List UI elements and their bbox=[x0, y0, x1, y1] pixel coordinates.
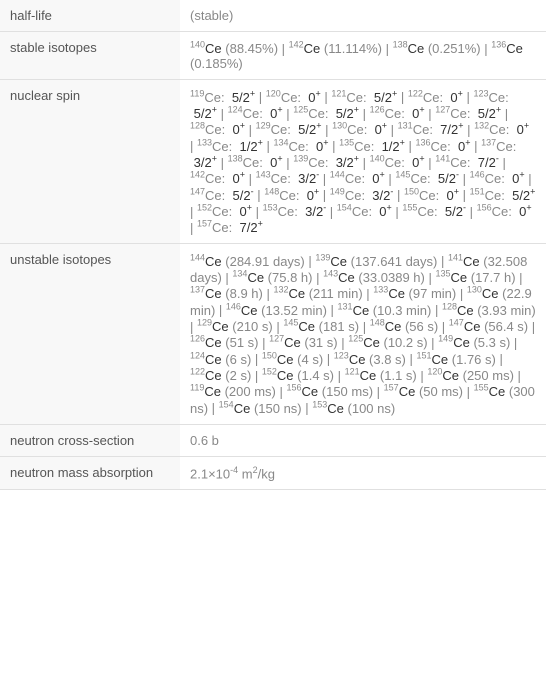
spin-entry: 153Ce: 3/2- bbox=[263, 204, 327, 219]
isotope-entry: 138Ce (0.251%) bbox=[393, 41, 481, 56]
spin-entry: 136Ce: 0+ bbox=[416, 139, 471, 154]
row-value: 119Ce: 5/2+ | 120Ce: 0+ | 121Ce: 5/2+ | … bbox=[180, 80, 546, 244]
spin-entry: 122Ce: 0+ bbox=[408, 90, 463, 105]
spin-entry: 150Ce: 0+ bbox=[404, 188, 459, 203]
row-value: 2.1×10-4 m2/kg bbox=[180, 456, 546, 489]
row-label: neutron cross-section bbox=[0, 424, 180, 456]
spin-entry: 151Ce: 5/2+ bbox=[470, 188, 536, 203]
isotope-entry: 146Ce (13.52 min) bbox=[226, 303, 327, 318]
spin-entry: 142Ce: 0+ bbox=[190, 171, 245, 186]
isotope-entry: 123Ce (3.8 s) bbox=[334, 352, 406, 367]
spin-entry: 119Ce: 5/2+ bbox=[190, 90, 255, 105]
isotope-entry: 127Ce (31 s) bbox=[269, 335, 338, 350]
spin-entry: 154Ce: 0+ bbox=[337, 204, 392, 219]
isotope-entry: 134Ce (75.8 h) bbox=[232, 270, 312, 285]
isotope-entry: 120Ce (250 ms) bbox=[427, 368, 514, 383]
isotope-entry: 139Ce (137.641 days) bbox=[315, 254, 437, 269]
isotope-entry: 145Ce (181 s) bbox=[283, 319, 359, 334]
isotope-entry: 124Ce (6 s) bbox=[190, 352, 251, 367]
spin-entry: 132Ce: 0+ bbox=[474, 122, 529, 137]
isotope-entry: 126Ce (51 s) bbox=[190, 335, 259, 350]
isotope-entry: 122Ce (2 s) bbox=[190, 368, 251, 383]
spin-entry: 145Ce: 5/2- bbox=[395, 171, 459, 186]
spin-entry: 157Ce: 7/2+ bbox=[197, 220, 263, 235]
spin-entry: 120Ce: 0+ bbox=[266, 90, 321, 105]
row-value: (stable) bbox=[180, 0, 546, 32]
isotope-entry: 131Ce (10.3 min) bbox=[338, 303, 432, 318]
spin-entry: 156Ce: 0+ bbox=[477, 204, 532, 219]
isotope-entry: 154Ce (150 ns) bbox=[219, 401, 302, 416]
isotope-entry: 147Ce (56.4 s) bbox=[449, 319, 528, 334]
isotope-entry: 152Ce (1.4 s) bbox=[262, 368, 334, 383]
spin-entry: 140Ce: 0+ bbox=[370, 155, 425, 170]
spin-entry: 131Ce: 7/2+ bbox=[398, 122, 464, 137]
table-row: neutron cross-section 0.6 b bbox=[0, 424, 546, 456]
spin-entry: 139Ce: 3/2+ bbox=[293, 155, 359, 170]
isotope-entry: 132Ce (211 min) bbox=[273, 286, 362, 301]
isotope-entry: 121Ce (1.1 s) bbox=[345, 368, 417, 383]
isotope-entry: 153Ce (100 ns) bbox=[312, 401, 395, 416]
table-row: unstable isotopes 144Ce (284.91 days) | … bbox=[0, 244, 546, 424]
row-label: nuclear spin bbox=[0, 80, 180, 244]
spin-entry: 141Ce: 7/2- bbox=[435, 155, 499, 170]
spin-entry: 133Ce: 1/2+ bbox=[197, 139, 263, 154]
isotope-entry: 144Ce (284.91 days) bbox=[190, 254, 305, 269]
row-value: 144Ce (284.91 days) | 139Ce (137.641 day… bbox=[180, 244, 546, 424]
isotope-entry: 133Ce (97 min) bbox=[373, 286, 456, 301]
isotope-entry: 148Ce (56 s) bbox=[370, 319, 439, 334]
spin-entry: 147Ce: 5/2- bbox=[190, 188, 254, 203]
row-label: unstable isotopes bbox=[0, 244, 180, 424]
isotope-entry: 151Ce (1.76 s) bbox=[417, 352, 496, 367]
row-value: 140Ce (88.45%) | 142Ce (11.114%) | 138Ce… bbox=[180, 32, 546, 80]
spin-entry: 127Ce: 5/2+ bbox=[435, 106, 501, 121]
table-row: neutron mass absorption 2.1×10-4 m2/kg bbox=[0, 456, 546, 489]
isotope-entry: 125Ce (10.2 s) bbox=[348, 335, 427, 350]
isotope-entry: 156Ce (150 ms) bbox=[287, 384, 374, 399]
isotope-entry: 157Ce (50 ms) bbox=[384, 384, 463, 399]
spin-entry: 121Ce: 5/2+ bbox=[331, 90, 397, 105]
row-label: half-life bbox=[0, 0, 180, 32]
spin-entry: 124Ce: 0+ bbox=[228, 106, 283, 121]
table-row: nuclear spin 119Ce: 5/2+ | 120Ce: 0+ | 1… bbox=[0, 80, 546, 244]
isotope-entry: 143Ce (33.0389 h) bbox=[323, 270, 425, 285]
isotope-entry: 140Ce (88.45%) bbox=[190, 41, 278, 56]
spin-entry: 134Ce: 0+ bbox=[273, 139, 328, 154]
spin-entry: 135Ce: 1/2+ bbox=[339, 139, 405, 154]
isotope-entry: 149Ce (5.3 s) bbox=[438, 335, 510, 350]
table-row: half-life (stable) bbox=[0, 0, 546, 32]
spin-entry: 155Ce: 5/2- bbox=[402, 204, 466, 219]
isotope-entry: 142Ce (11.114%) bbox=[289, 41, 382, 56]
isotope-table: half-life (stable) stable isotopes 140Ce… bbox=[0, 0, 546, 490]
spin-entry: 148Ce: 0+ bbox=[264, 188, 319, 203]
row-label: stable isotopes bbox=[0, 32, 180, 80]
isotope-entry: 135Ce (17.7 h) bbox=[435, 270, 515, 285]
spin-entry: 128Ce: 0+ bbox=[190, 122, 245, 137]
spin-entry: 143Ce: 3/2- bbox=[256, 171, 320, 186]
spin-entry: 152Ce: 0+ bbox=[197, 204, 252, 219]
spin-entry: 144Ce: 0+ bbox=[330, 171, 385, 186]
isotope-entry: 150Ce (4 s) bbox=[262, 352, 323, 367]
isotope-entry: 119Ce (200 ms) bbox=[190, 384, 276, 399]
spin-entry: 125Ce: 5/2+ bbox=[293, 106, 359, 121]
isotope-entry: 128Ce (3.93 min) bbox=[442, 303, 536, 318]
spin-entry: 138Ce: 0+ bbox=[228, 155, 283, 170]
spin-entry: 129Ce: 5/2+ bbox=[256, 122, 322, 137]
table-row: stable isotopes 140Ce (88.45%) | 142Ce (… bbox=[0, 32, 546, 80]
isotope-entry: 129Ce (210 s) bbox=[197, 319, 273, 334]
row-value: 0.6 b bbox=[180, 424, 546, 456]
isotope-entry: 137Ce (8.9 h) bbox=[190, 286, 263, 301]
spin-entry: 149Ce: 3/2- bbox=[330, 188, 394, 203]
spin-entry: 146Ce: 0+ bbox=[470, 171, 525, 186]
spin-entry: 130Ce: 0+ bbox=[332, 122, 387, 137]
row-label: neutron mass absorption bbox=[0, 456, 180, 489]
spin-entry: 126Ce: 0+ bbox=[370, 106, 425, 121]
